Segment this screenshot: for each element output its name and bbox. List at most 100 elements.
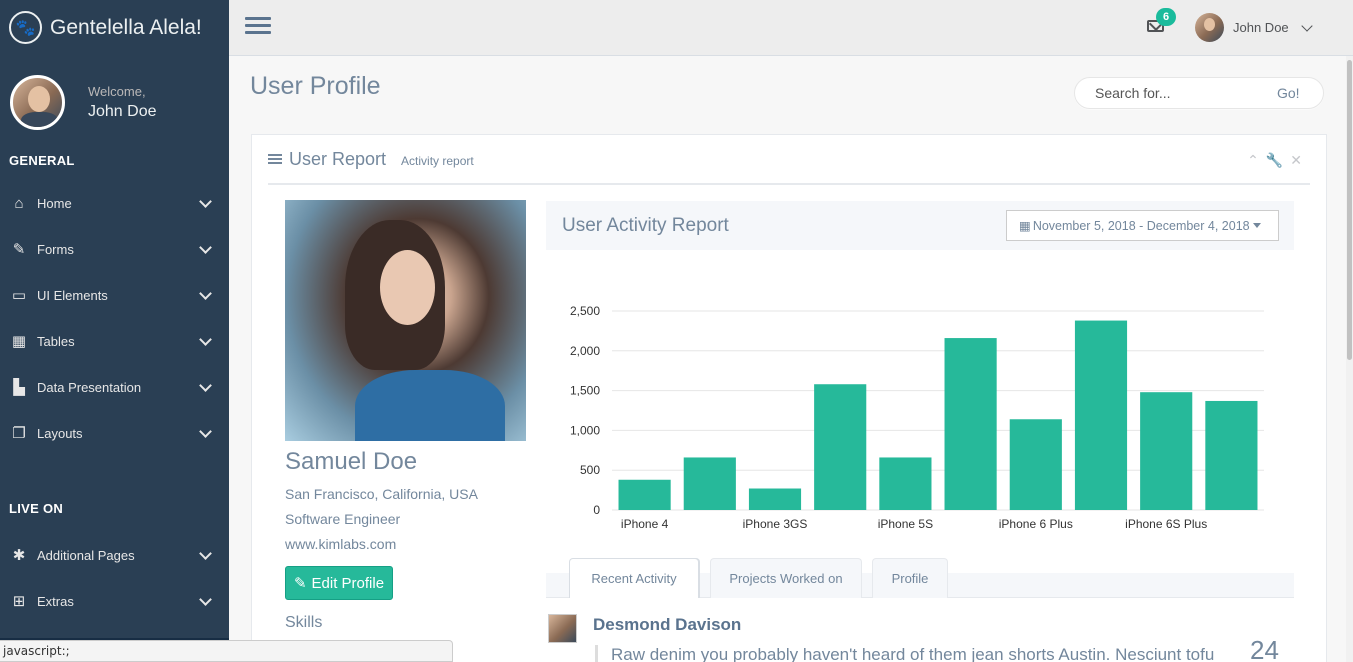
sidebar: 🐾 Gentelella Alela! Welcome, John Doe GE… (0, 0, 229, 662)
page-title: User Profile (250, 72, 381, 100)
edit-profile-label: Edit Profile (311, 574, 385, 592)
paw-icon: 🐾 (9, 11, 42, 44)
search-go-button[interactable]: Go! (1277, 85, 1300, 101)
panel-subtitle: Activity report (401, 154, 474, 168)
bar-iphone-4s (683, 457, 736, 510)
edit-icon: ✎ (293, 575, 307, 592)
sidebar-item-label: Extras (37, 593, 74, 609)
desktop-icon: ▭ (11, 287, 27, 304)
y-tick-label: 1,000 (570, 423, 600, 437)
section-general: GENERAL (9, 153, 75, 168)
menu-toggle-icon[interactable] (245, 17, 271, 37)
collapse-icon[interactable]: ⌃ (1247, 152, 1259, 169)
x-tick-label: iPhone 5S (878, 517, 933, 531)
sidebar-item-label: Layouts (37, 425, 83, 441)
chevron-down-icon (199, 197, 211, 209)
bar-iphone-6 (944, 338, 997, 510)
topnav-user-name: John Doe (1233, 20, 1289, 35)
wrench-icon[interactable]: 🔧 (1266, 152, 1283, 169)
bar-iphone-6-plus (1009, 419, 1062, 510)
edit-profile-button[interactable]: ✎ Edit Profile (285, 566, 393, 600)
date-range-picker[interactable]: ▦ November 5, 2018 - December 4, 2018 (1006, 210, 1279, 241)
chevron-down-icon (199, 549, 211, 561)
chevron-down-icon (199, 427, 211, 439)
sidebar-item-forms[interactable]: ✎ Forms (0, 226, 229, 272)
user-menu[interactable]: John Doe (1195, 13, 1313, 42)
chevron-down-icon (1300, 19, 1313, 32)
activity-author[interactable]: Desmond Davison (593, 615, 741, 635)
section-live-on: LIVE ON (9, 501, 64, 516)
bar-iphone-4 (618, 479, 671, 510)
sidebar-item-home[interactable]: ⌂ Home (0, 180, 229, 226)
activity-count: 24 (1250, 635, 1279, 662)
activity-avatar (548, 614, 577, 643)
home-icon: ⌂ (14, 194, 24, 212)
chevron-down-icon (199, 243, 211, 255)
search-input[interactable] (1075, 85, 1265, 101)
browser-status-bar: javascript:; (0, 640, 453, 662)
sidebar-item-extras[interactable]: ⊞ Extras (0, 578, 229, 624)
welcome-text: Welcome, (88, 84, 146, 99)
x-tick-label: iPhone 6 Plus (999, 517, 1073, 531)
bar-iphone-3gs (748, 488, 802, 510)
sidebar-item-label: Forms (37, 241, 74, 257)
profile-job: Software Engineer (285, 511, 401, 527)
panel-title: User Report (289, 148, 387, 169)
calendar-icon: ▦ (1019, 219, 1031, 233)
mail-count-badge: 6 (1156, 8, 1176, 26)
sidebar-user-name: John Doe (88, 103, 157, 120)
page-scrollbar[interactable] (1346, 56, 1353, 662)
sidebar-item-label: Data Presentation (37, 379, 142, 395)
tab-recent-activity[interactable]: Recent Activity (569, 558, 699, 598)
bar-iphone-5s (879, 457, 932, 510)
chevron-down-icon (199, 381, 211, 393)
top-nav: 6 John Doe (229, 0, 1353, 56)
report-title: User Activity Report (562, 215, 729, 236)
bar-iphone-6s (1074, 320, 1128, 510)
avatar (1195, 13, 1224, 42)
bars-icon (268, 152, 282, 166)
y-tick-label: 2,000 (570, 344, 600, 358)
profile-website[interactable]: www.kimlabs.com (285, 536, 396, 552)
bar-chart-icon: ▙ (13, 379, 25, 396)
chevron-down-icon (199, 289, 211, 301)
search-box: Go! (1074, 77, 1324, 109)
chevron-down-icon (199, 595, 211, 607)
bug-icon: ✱ (12, 547, 26, 564)
bar-iphone-6s-plus (1140, 392, 1193, 510)
chevron-down-icon (199, 335, 211, 347)
sidebar-item-layouts[interactable]: ❐ Layouts (0, 410, 229, 456)
y-tick-label: 0 (593, 503, 600, 517)
sidebar-item-label: UI Elements (37, 287, 108, 303)
sidebar-item-data-presentation[interactable]: ▙ Data Presentation (0, 364, 229, 410)
panel-header: User Report Activity report ⌃ 🔧 ✕ (268, 135, 1310, 185)
y-tick-label: 500 (580, 463, 600, 477)
brand-title: Gentelella Alela! (50, 15, 202, 39)
sidebar-profile: Welcome, John Doe (0, 55, 229, 150)
user-report-panel: User Report Activity report ⌃ 🔧 ✕ Samuel… (251, 134, 1327, 662)
sidebar-item-additional-pages[interactable]: ✱ Additional Pages (0, 532, 229, 578)
sidebar-item-label: Additional Pages (37, 547, 135, 563)
x-tick-label: iPhone 6S Plus (1125, 517, 1207, 531)
x-tick-label: iPhone 3GS (743, 517, 808, 531)
bar-iphone-5 (814, 384, 867, 510)
edit-icon: ✎ (12, 241, 26, 258)
sidebar-item-tables[interactable]: ▦ Tables (0, 318, 229, 364)
table-icon: ▦ (11, 333, 27, 350)
profile-photo (285, 200, 526, 441)
tab-projects-worked-on[interactable]: Projects Worked on (710, 558, 862, 598)
y-tick-label: 1,500 (570, 384, 600, 398)
date-range-text: November 5, 2018 - December 4, 2018 (1032, 218, 1250, 233)
profile-location: San Francisco, California, USA (285, 486, 478, 502)
windows-icon: ⊞ (12, 593, 26, 610)
close-icon[interactable]: ✕ (1290, 152, 1302, 169)
caret-down-icon (1252, 223, 1261, 228)
tab-profile[interactable]: Profile (872, 558, 948, 598)
x-tick-label: iPhone 4 (621, 517, 669, 531)
brand[interactable]: 🐾 Gentelella Alela! (0, 0, 229, 55)
sidebar-item-label: Home (37, 195, 72, 211)
report-header: User Activity Report ▦ November 5, 2018 … (546, 201, 1294, 250)
user-activity-chart: 0 500 1,000 1,500 2,000 2,500 iPhone 4 iPhone 3… (570, 304, 1264, 531)
clone-icon: ❐ (12, 425, 26, 442)
sidebar-item-ui-elements[interactable]: ▭ UI Elements (0, 272, 229, 318)
